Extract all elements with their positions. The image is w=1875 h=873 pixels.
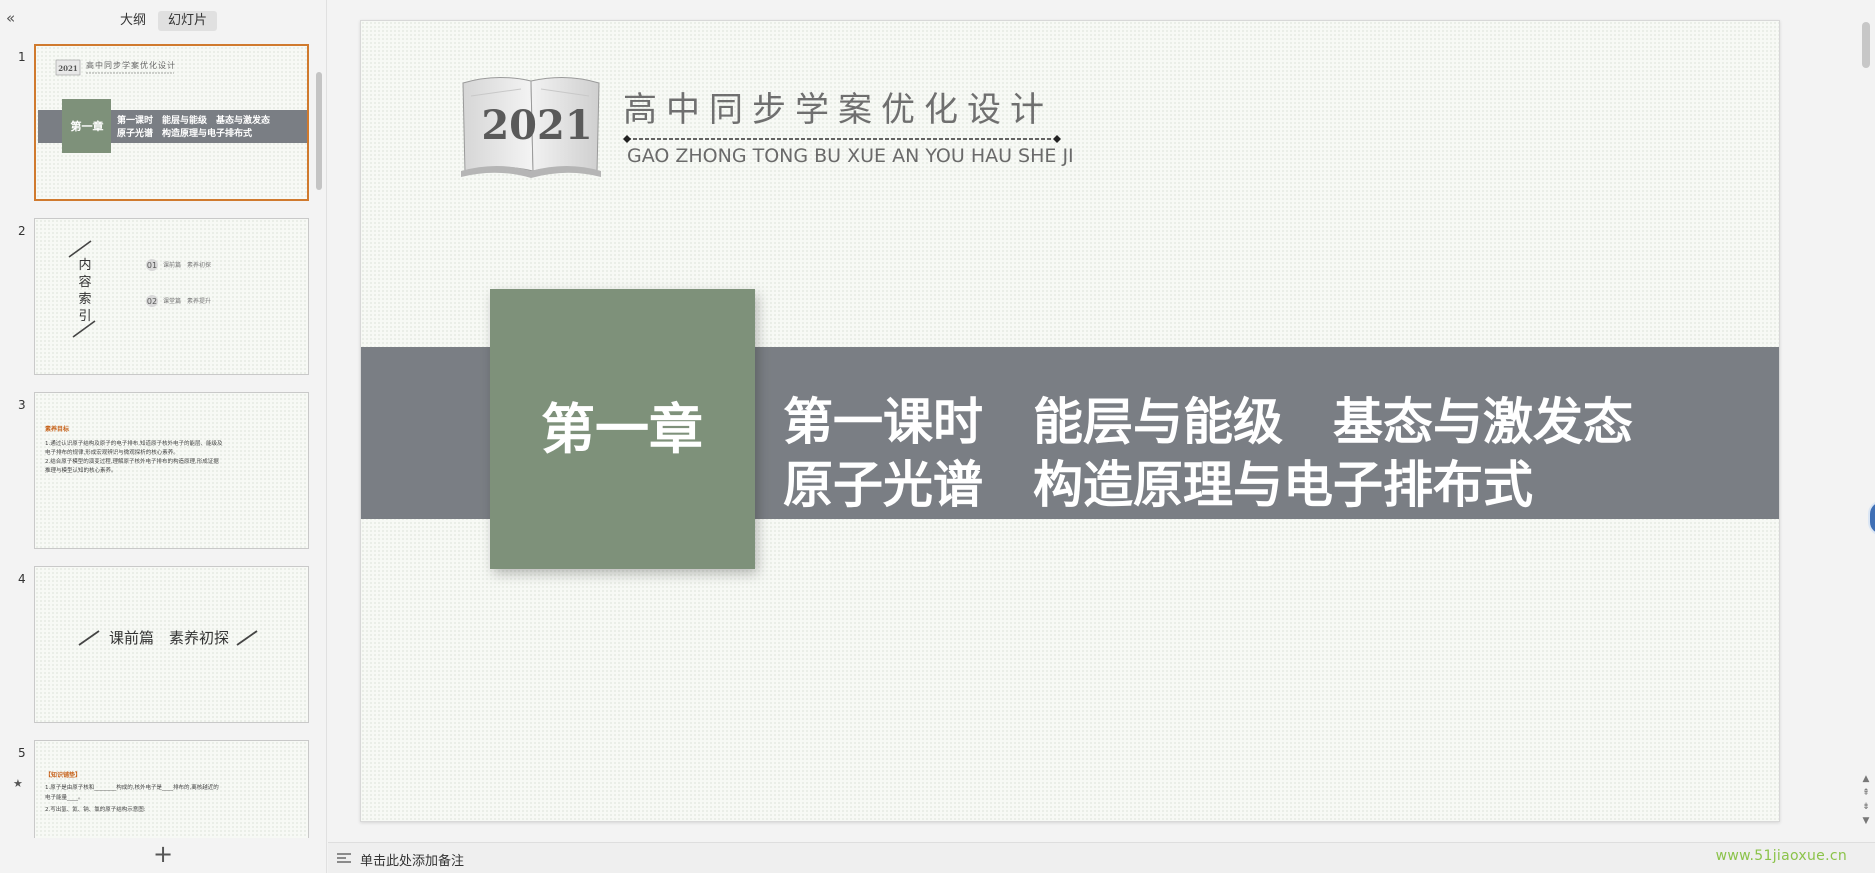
slide-number: 1 xyxy=(18,50,26,64)
thumbnail-row-5: 5 ★ 【知识铺垫】 1.原子是由原子核和________构成的,核外电子是__… xyxy=(0,740,314,838)
slide-thumbnail-4[interactable]: 课前篇 素养初探 xyxy=(34,566,309,723)
watermark-text: www.51jiaoxue.cn xyxy=(1715,848,1847,864)
slide-thumbnail-1[interactable]: 2021 高中同步学案优化设计 第一章 第一课时 能层与能级 基态与激发态 原子… xyxy=(34,44,309,201)
scroll-up-icon[interactable]: ▲ xyxy=(1860,772,1872,786)
slide-thumbnail-panel: « 大纲 幻灯片 1 2021 高中同步学案优化设计 第一章 第一课时 能层与能… xyxy=(0,0,327,873)
thumb-chapter: 第一章 xyxy=(71,119,104,133)
slide-3-preview: 素养目标 1.通过认识原子结构及原子的电子排布,知道原子核外电子的能层、能级及 … xyxy=(44,425,223,474)
editor-scrollbar[interactable] xyxy=(1858,0,1875,842)
thumb-line1: 第一课时 能层与能级 基态与激发态 xyxy=(117,114,270,126)
thumb-line: 电子排布的规律,形成宏观辨识与微观探析的核心素养。 xyxy=(45,448,179,456)
star-icon: ★ xyxy=(13,777,23,790)
slide-4-preview: 课前篇 素养初探 xyxy=(78,629,258,647)
notes-placeholder[interactable]: 单击此处添加备注 xyxy=(360,850,464,869)
thumb-item-num-2: 02 xyxy=(147,297,157,306)
scrollbar-thumb[interactable] xyxy=(316,72,322,190)
thumbnail-row-4: 4 课前篇 素养初探 xyxy=(0,566,314,726)
slide-canvas[interactable]: 2021 高中同步学案优化设计 GAO ZHONG TONG BU XUE AN… xyxy=(360,20,1780,822)
thumb-line: 电子能量____。 xyxy=(45,793,84,801)
slide-content: 2021 高中同步学案优化设计 GAO ZHONG TONG BU XUE AN… xyxy=(361,76,1779,569)
next-page-icon[interactable]: ⇟ xyxy=(1860,800,1872,814)
lesson-title-line1: 第一课时 能层与能级 基态与激发态 xyxy=(783,393,1633,451)
notes-icon xyxy=(337,853,351,863)
thumb-line2: 原子光谱 构造原理与电子排布式 xyxy=(117,127,252,139)
thumbnail-row-1: 1 2021 高中同步学案优化设计 第一章 第一课时 能层与能级 基态与激发态 … xyxy=(0,44,314,204)
panel-tabs-bar: « 大纲 幻灯片 xyxy=(0,0,327,36)
thumb-line: 1.通过认识原子结构及原子的电子排布,知道原子核外电子的能层、能级及 xyxy=(45,439,223,447)
plus-icon[interactable]: + xyxy=(150,842,176,868)
slide-number: 3 xyxy=(18,398,26,412)
slide-thumbnail-5[interactable]: 【知识铺垫】 1.原子是由原子核和________构成的,核外电子是____排布… xyxy=(34,740,309,838)
prev-page-icon[interactable]: ⇞ xyxy=(1860,786,1872,800)
double-chevron-left-icon[interactable]: « xyxy=(6,10,24,26)
thumb-title: 高中同步学案优化设计 xyxy=(86,60,176,70)
year-label: 2021 xyxy=(481,102,592,149)
slide-number: 4 xyxy=(18,572,26,586)
series-title: 高中同步学案优化设计 xyxy=(623,90,1053,130)
thumb-line: 2.写出氢、氦、钠、氯的原子结构示意图: xyxy=(45,805,146,813)
thumb-heading: 【知识铺垫】 xyxy=(45,771,81,779)
tab-outline[interactable]: 大纲 xyxy=(110,11,156,31)
slide-2-preview: 内 容 索 引 01 课前篇 素养初探 02 课堂篇 素养提升 xyxy=(68,240,211,338)
scroll-down-icon[interactable]: ▼ xyxy=(1860,814,1872,828)
presentation-app: « 大纲 幻灯片 1 2021 高中同步学案优化设计 第一章 第一课时 能层与能… xyxy=(0,0,1875,873)
slide-number: 2 xyxy=(18,224,26,238)
slide-thumbnail-2[interactable]: 内 容 索 引 01 课前篇 素养初探 02 课堂篇 素养提升 xyxy=(34,218,309,375)
series-pinyin: GAO ZHONG TONG BU XUE AN YOU HAU SHE JI xyxy=(627,145,1074,167)
thumb-section-title: 课前篇 素养初探 xyxy=(109,629,229,647)
thumb-vertical-2: 容 xyxy=(78,274,91,290)
chapter-label: 第一章 xyxy=(541,398,703,461)
thumb-line: 推理与模型认知的核心素养。 xyxy=(45,466,117,474)
slide-1-preview: 2021 高中同步学案优化设计 第一章 第一课时 能层与能级 基态与激发态 原子… xyxy=(38,59,307,153)
thumbnail-row-3: 3 素养目标 1.通过认识原子结构及原子的电子排布,知道原子核外电子的能层、能级… xyxy=(0,392,314,552)
editor-area: 2021 高中同步学案优化设计 GAO ZHONG TONG BU XUE AN… xyxy=(328,0,1875,873)
notes-bar: 单击此处添加备注 www.51jiaoxue.cn xyxy=(328,842,1875,873)
thumb-vertical-3: 索 xyxy=(78,292,91,307)
tab-slides[interactable]: 幻灯片 xyxy=(158,11,218,31)
page-navigation-arrows[interactable]: ▲ ⇞ ⇟ ▼ xyxy=(1860,772,1872,828)
thumbnail-scrollbar[interactable] xyxy=(314,36,324,838)
thumb-line: 2.结合原子模型的演变过程,理解原子核外电子排布的构造原理,形成证据 xyxy=(45,457,219,465)
thumb-vertical-4: 引 xyxy=(78,309,91,324)
slide-number: 5 xyxy=(18,746,26,760)
thumb-year: 2021 xyxy=(58,64,78,73)
lesson-title-line2: 原子光谱 构造原理与电子排布式 xyxy=(783,456,1533,514)
scrollbar-thumb[interactable] xyxy=(1862,22,1870,68)
thumb-item-text-1: 课前篇 素养初探 xyxy=(163,261,211,269)
slide-thumbnail-3[interactable]: 素养目标 1.通过认识原子结构及原子的电子排布,知道原子核外电子的能层、能级及 … xyxy=(34,392,309,549)
thumbnail-row-2: 2 内 容 索 引 01 课前篇 素养初探 02 课堂篇 素养提升 xyxy=(0,218,314,378)
slide-5-preview: 【知识铺垫】 1.原子是由原子核和________构成的,核外电子是____排布… xyxy=(45,771,219,813)
thumb-heading: 素养目标 xyxy=(44,425,69,433)
thumb-line: 1.原子是由原子核和________构成的,核外电子是____排布的,离核越近的 xyxy=(45,783,219,791)
thumbnail-list: 1 2021 高中同步学案优化设计 第一章 第一课时 能层与能级 基态与激发态 … xyxy=(0,36,314,838)
thumb-item-text-2: 课堂篇 素养提升 xyxy=(163,297,211,305)
thumb-item-num-1: 01 xyxy=(147,261,157,270)
thumb-vertical-1: 内 xyxy=(78,257,91,273)
